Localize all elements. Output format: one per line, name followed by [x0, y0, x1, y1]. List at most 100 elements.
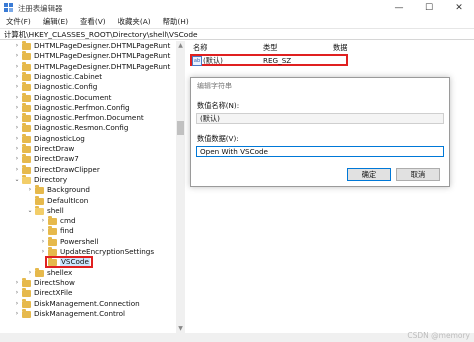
- tree-item[interactable]: › Diagnostic.Resmon.Config: [0, 123, 176, 133]
- tree-item-label: DirectDrawClipper: [34, 164, 100, 174]
- expand-arrow-icon[interactable]: ›: [14, 144, 20, 154]
- cancel-button[interactable]: 取消: [396, 168, 440, 181]
- tree-item[interactable]: › DiagnosticLog: [0, 133, 176, 144]
- folder-icon: [48, 226, 57, 236]
- expand-arrow-icon[interactable]: ›: [27, 185, 33, 195]
- dialog-title: 编辑字符串: [197, 82, 232, 90]
- tree-item-label: DiskManagement.Connection: [34, 298, 140, 308]
- folder-icon: [22, 123, 31, 133]
- menu-item[interactable]: 文件(F): [0, 16, 37, 28]
- tree-item-label: DirectShow: [34, 277, 75, 287]
- string-value-icon: ab: [192, 56, 202, 66]
- tree-item[interactable]: › Diagnostic.Perfmon.Document: [0, 113, 176, 123]
- expand-arrow-icon[interactable]: ›: [14, 309, 20, 319]
- tree-item-label: DiskManagement.Control: [34, 308, 126, 318]
- folder-icon: [22, 133, 31, 143]
- value-name-label: 数值名称(N):: [197, 101, 240, 110]
- expand-arrow-icon[interactable]: ›: [14, 62, 20, 72]
- folder-icon: [48, 236, 57, 246]
- expand-arrow-icon[interactable]: ›: [14, 278, 20, 288]
- expand-arrow-icon[interactable]: ›: [14, 72, 20, 82]
- maximize-button[interactable]: ☐: [414, 1, 444, 15]
- status-bar: [0, 333, 474, 342]
- tree-scroll-thumb[interactable]: [177, 121, 184, 135]
- tree-item-label: DHTMLPageDesigner.DHTMLPageRunt: [34, 61, 171, 71]
- tree-item[interactable]: ⌄ Directory: [0, 174, 176, 185]
- expand-arrow-icon[interactable]: ›: [14, 51, 20, 61]
- tree-item[interactable]: VSCode: [0, 256, 176, 269]
- tree-item-label: Background: [47, 185, 90, 195]
- value-data-field[interactable]: Open With VSCode: [196, 146, 444, 157]
- tree-item[interactable]: › DirectXFile: [0, 288, 176, 298]
- tree-item-label: DefaultIcon: [47, 195, 89, 205]
- tree-item[interactable]: › DiskManagement.Control: [0, 308, 176, 319]
- menu-bar: 文件(F) 编辑(E) 查看(V) 收藏夹(A) 帮助(H): [0, 16, 474, 28]
- collapse-arrow-icon[interactable]: ⌄: [14, 175, 20, 185]
- value-name: (默认): [203, 56, 223, 65]
- value-name-field[interactable]: (默认): [196, 113, 444, 124]
- tree-item[interactable]: › shellex: [0, 267, 176, 278]
- folder-icon: [48, 216, 57, 226]
- tree-item[interactable]: › Powershell: [0, 236, 176, 247]
- expand-arrow-icon[interactable]: ›: [14, 123, 20, 133]
- menu-item[interactable]: 查看(V): [74, 16, 112, 28]
- tree-item-label: Directory: [34, 174, 68, 184]
- tree-item[interactable]: › Diagnostic.Config: [0, 82, 176, 92]
- expand-arrow-icon[interactable]: ›: [14, 134, 20, 144]
- tree-item[interactable]: › Diagnostic.Cabinet: [0, 71, 176, 82]
- expand-arrow-icon[interactable]: ›: [40, 237, 46, 247]
- tree-item[interactable]: ⌄ shell: [0, 205, 176, 216]
- tree-item-label: DirectDraw: [34, 144, 75, 153]
- expand-arrow-icon[interactable]: ›: [14, 165, 20, 175]
- expand-arrow-icon[interactable]: ›: [40, 226, 46, 236]
- folder-icon: [22, 144, 31, 153]
- collapse-arrow-icon[interactable]: ⌄: [27, 206, 33, 216]
- expand-arrow-icon[interactable]: ›: [14, 82, 20, 92]
- scroll-up-arrow[interactable]: ▲: [176, 41, 185, 50]
- folder-icon: [22, 298, 31, 308]
- tree-item-label: shellex: [47, 267, 73, 277]
- column-data[interactable]: 数据: [333, 43, 347, 53]
- tree-item-label: Diagnostic.Perfmon.Config: [34, 102, 130, 112]
- expand-arrow-icon[interactable]: ›: [14, 154, 20, 164]
- expand-arrow-icon[interactable]: ›: [27, 268, 33, 278]
- tree-item[interactable]: › Diagnostic.Document: [0, 92, 176, 103]
- menu-item[interactable]: 收藏夹(A): [112, 16, 157, 28]
- tree-item[interactable]: › DirectDraw: [0, 144, 176, 154]
- tree-item[interactable]: › DirectDrawClipper: [0, 164, 176, 175]
- scroll-down-arrow[interactable]: ▼: [176, 324, 185, 333]
- expand-arrow-icon[interactable]: ›: [14, 41, 20, 51]
- expand-arrow-icon[interactable]: ›: [14, 113, 20, 123]
- expand-arrow-icon[interactable]: ›: [14, 299, 20, 309]
- tree-item-label: Diagnostic.Config: [34, 82, 98, 92]
- tree-item[interactable]: › DiskManagement.Connection: [0, 298, 176, 309]
- close-button[interactable]: ✕: [444, 1, 474, 15]
- tree-item[interactable]: › DHTMLPageDesigner.DHTMLPageRunt: [0, 61, 176, 72]
- tree-scrollbar[interactable]: [176, 41, 185, 333]
- tree-item[interactable]: › Diagnostic.Perfmon.Config: [0, 102, 176, 113]
- tree-item[interactable]: › cmd: [0, 216, 176, 226]
- folder-icon: [35, 185, 44, 195]
- folder-icon: [22, 51, 31, 61]
- column-name[interactable]: 名称: [193, 43, 207, 53]
- tree-item[interactable]: › find: [0, 226, 176, 236]
- tree-item[interactable]: › DirectDraw7: [0, 154, 176, 164]
- folder-icon: [35, 195, 44, 205]
- tree-item[interactable]: › DHTMLPageDesigner.DHTMLPageRunt: [0, 41, 176, 51]
- menu-item[interactable]: 帮助(H): [157, 16, 195, 28]
- tree-item[interactable]: › Background: [0, 185, 176, 195]
- tree-item[interactable]: › DirectShow: [0, 277, 176, 288]
- expand-arrow-icon[interactable]: ›: [40, 216, 46, 226]
- expand-arrow-icon[interactable]: ›: [14, 103, 20, 113]
- tree-item[interactable]: › DHTMLPageDesigner.DHTMLPageRunt: [0, 51, 176, 61]
- address-bar[interactable]: 计算机\HKEY_CLASSES_ROOT\Directory\shell\VS…: [0, 28, 474, 40]
- tree-item[interactable]: DefaultIcon: [0, 195, 176, 206]
- ok-button[interactable]: 确定: [347, 168, 391, 181]
- expand-arrow-icon[interactable]: ›: [14, 93, 20, 103]
- menu-item[interactable]: 编辑(E): [37, 16, 74, 28]
- folder-icon: [22, 61, 31, 71]
- expand-arrow-icon[interactable]: ›: [14, 288, 20, 298]
- minimize-button[interactable]: —: [384, 1, 414, 15]
- column-type[interactable]: 类型: [263, 43, 277, 53]
- tree-item-label: DirectDraw7: [34, 154, 79, 164]
